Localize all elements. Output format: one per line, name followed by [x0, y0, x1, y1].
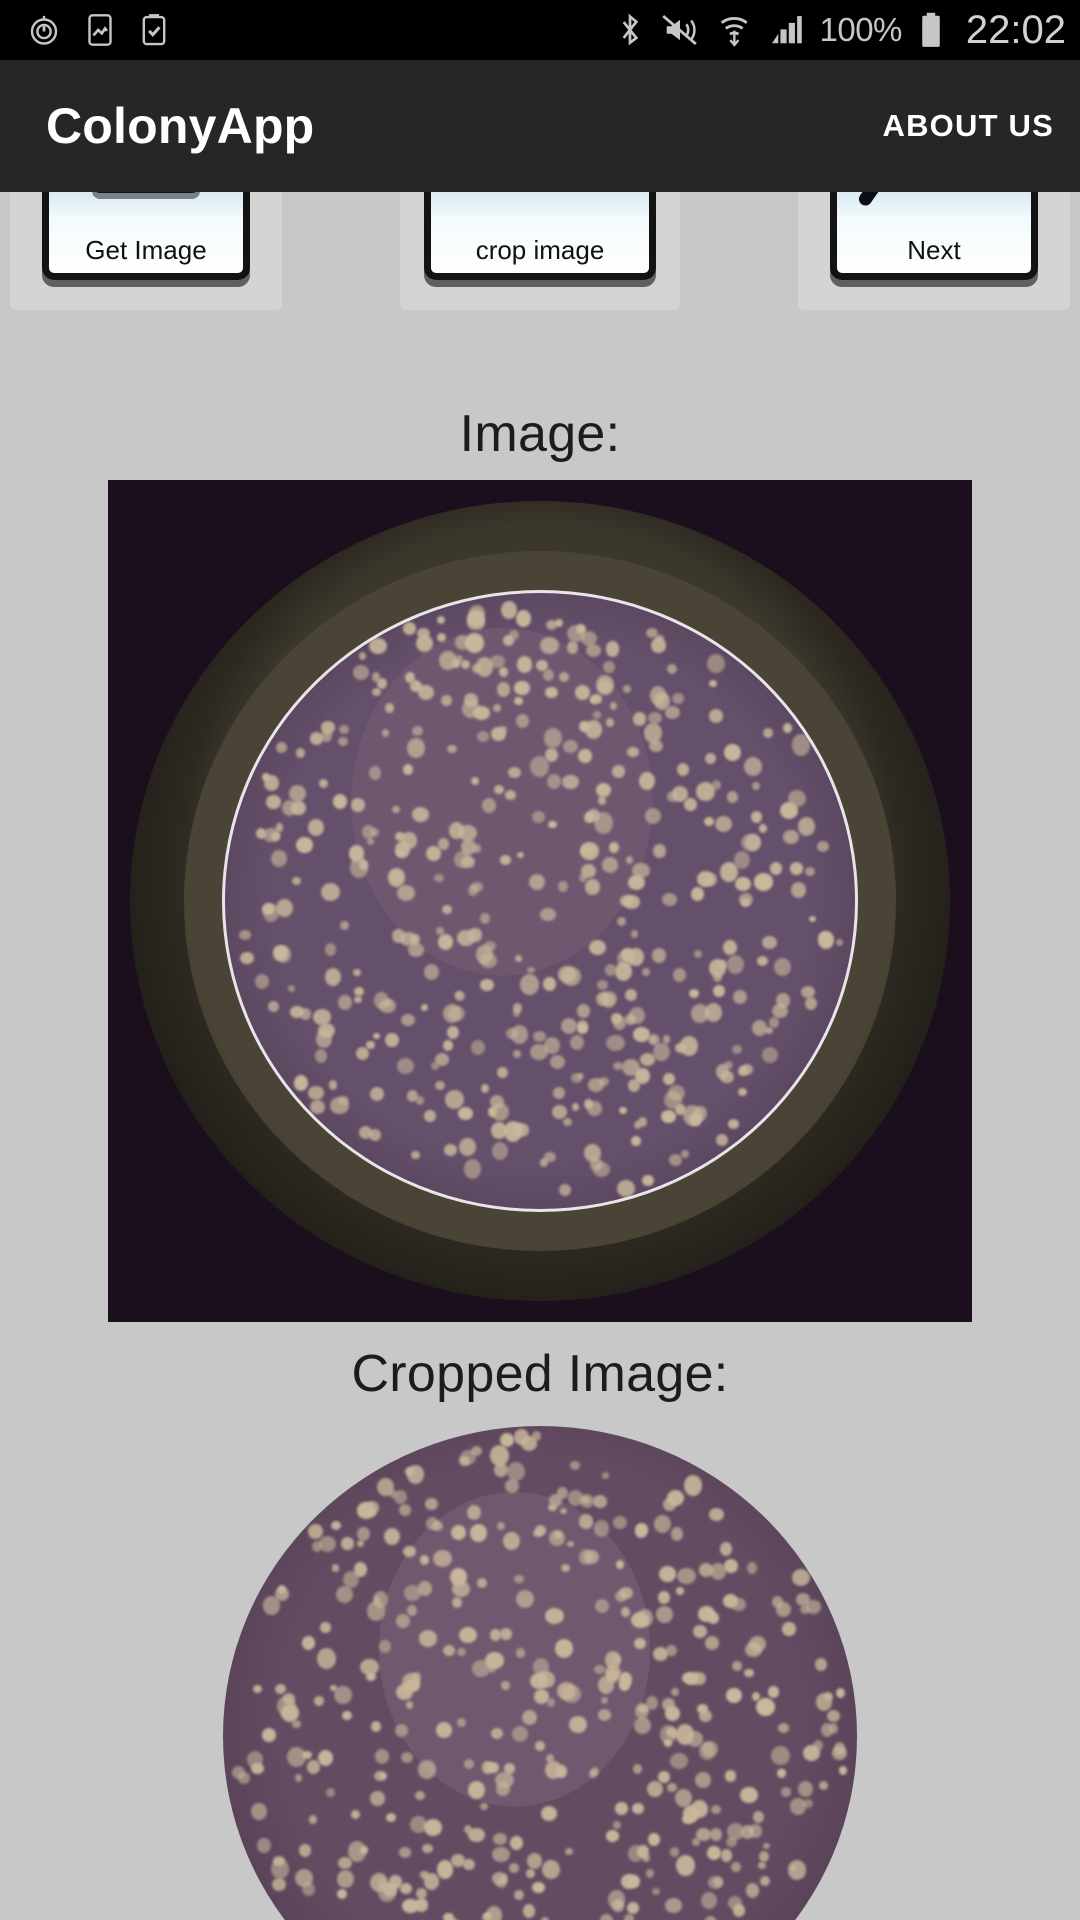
next-button-label: Next [907, 235, 961, 265]
wifi-icon [717, 11, 753, 49]
app-bar: ColonyApp ABOUT US [0, 60, 1080, 192]
image-preview-container [0, 480, 1080, 1322]
app-title: ColonyApp [46, 98, 315, 154]
battery-percent-label: 100% [819, 11, 902, 48]
colony-speckles [223, 591, 857, 1211]
screenshot-icon [84, 12, 116, 48]
get-image-button-label: Get Image [85, 235, 207, 265]
vibrate-mute-icon [659, 11, 701, 49]
petri-dish-photo[interactable] [108, 480, 972, 1322]
status-bar-left-icons [26, 12, 170, 48]
battery-icon [918, 10, 944, 50]
cropped-plate-photo[interactable] [223, 1426, 857, 1920]
get-image-button[interactable]: Get Image [10, 192, 282, 310]
alarm-icon [26, 12, 62, 48]
cellular-signal-icon [769, 11, 803, 49]
about-us-button[interactable]: ABOUT US [883, 108, 1055, 144]
clipboard-check-icon [138, 12, 170, 48]
status-bar-right-icons: 100% 22:02 [617, 8, 1066, 53]
action-button-row: Get Image crop image Next [0, 192, 1080, 390]
status-bar: 100% 22:02 [0, 0, 1080, 60]
agar-surface [223, 591, 857, 1211]
next-button[interactable]: Next [798, 192, 1070, 310]
cropped-image-container [0, 1426, 1080, 1920]
crop-image-button-label: crop image [475, 235, 605, 265]
image-heading: Image: [459, 405, 621, 463]
cropped-colony-speckles [223, 1426, 857, 1920]
camera-icon [92, 192, 200, 193]
status-bar-clock: 22:02 [965, 7, 1066, 52]
bluetooth-icon [617, 11, 643, 49]
cropped-image-heading: Cropped Image: [351, 1345, 729, 1403]
pencil-icon [856, 192, 994, 217]
crop-image-button[interactable]: crop image [400, 192, 680, 310]
